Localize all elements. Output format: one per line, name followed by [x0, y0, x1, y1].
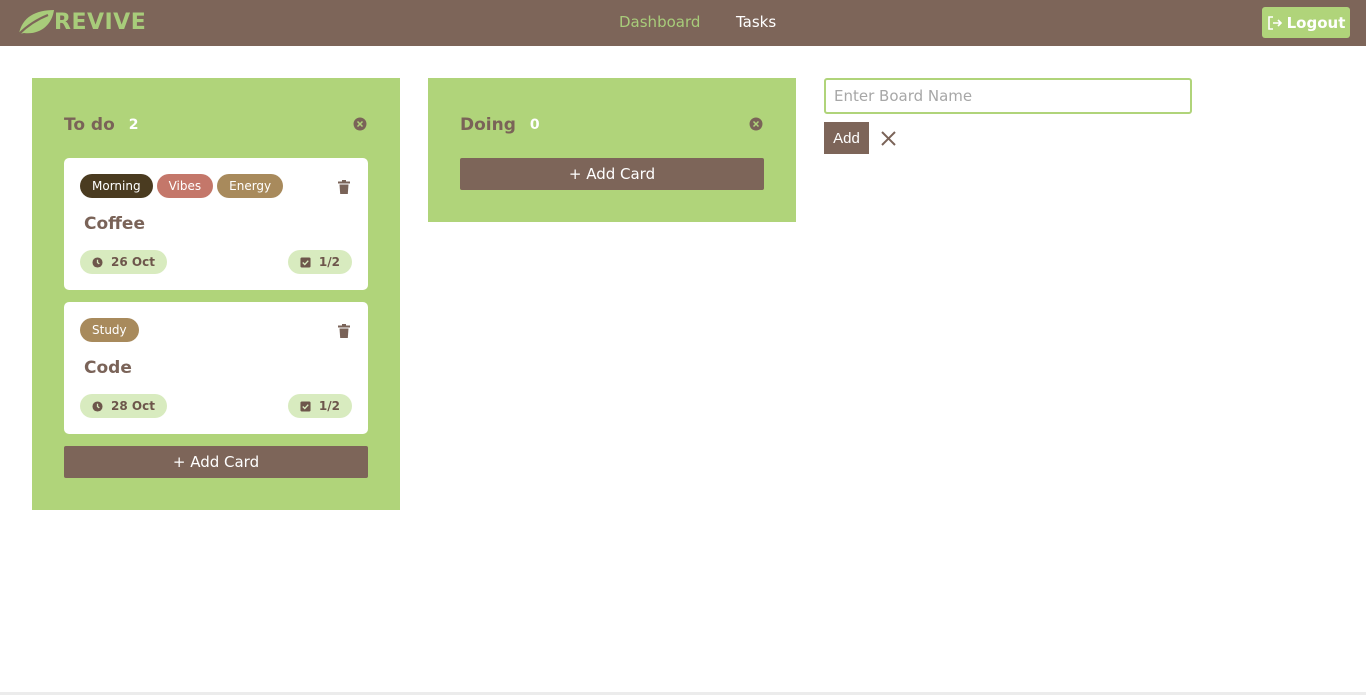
card-task-progress: 1/2: [287, 250, 352, 274]
nav-link-tasks[interactable]: Tasks: [736, 13, 776, 31]
tag-morning: Morning: [80, 174, 153, 198]
top-navbar: REVIVE Dashboard Tasks Logout: [0, 0, 1366, 46]
due-date-text: 26 Oct: [111, 255, 155, 269]
tag-energy: Energy: [217, 174, 284, 198]
clock-icon: [92, 256, 103, 268]
brand-name: REVIVE: [54, 9, 147, 35]
board-header: Doing 0: [460, 114, 540, 136]
logout-icon: [1267, 15, 1282, 30]
tag-vibes: Vibes: [156, 174, 214, 198]
trash-icon[interactable]: [338, 180, 350, 194]
task-card[interactable]: Study Code 28 Oct 1/2: [64, 302, 368, 434]
logout-label: Logout: [1286, 13, 1346, 32]
board-name-input[interactable]: [824, 78, 1192, 114]
tag-study: Study: [80, 318, 139, 342]
card-title: Coffee: [84, 214, 145, 234]
board-todo: To do 2 Morning Vibes Energy Coffee 26 O…: [32, 78, 400, 510]
add-card-button[interactable]: + Add Card: [64, 446, 368, 478]
checkbox-icon: [300, 400, 311, 412]
task-progress-text: 1/2: [318, 255, 340, 269]
card-due-date: 26 Oct: [80, 250, 167, 274]
card-title: Code: [84, 358, 132, 378]
add-card-button[interactable]: + Add Card: [460, 158, 764, 190]
card-due-date: 28 Oct: [80, 394, 167, 418]
clock-icon: [92, 400, 103, 412]
close-circle-icon[interactable]: [353, 117, 367, 131]
close-circle-icon[interactable]: [749, 117, 763, 131]
board-title: Doing: [460, 115, 516, 135]
checkbox-icon: [300, 256, 311, 268]
board-header: To do 2: [64, 114, 139, 136]
card-tags: Study: [80, 318, 139, 342]
board-doing: Doing 0 + Add Card: [428, 78, 796, 222]
board-card-count: 0: [529, 117, 540, 133]
task-card[interactable]: Morning Vibes Energy Coffee 26 Oct 1/2: [64, 158, 368, 290]
nav-link-dashboard[interactable]: Dashboard: [619, 13, 700, 31]
add-board-button[interactable]: Add: [824, 122, 869, 154]
board-card-count: 2: [128, 117, 139, 133]
task-progress-text: 1/2: [318, 399, 340, 413]
card-task-progress: 1/2: [287, 394, 352, 418]
logout-button[interactable]: Logout: [1262, 7, 1350, 38]
card-tags: Morning Vibes Energy: [80, 174, 284, 198]
due-date-text: 28 Oct: [111, 399, 155, 413]
trash-icon[interactable]: [338, 324, 350, 338]
board-title: To do: [64, 115, 115, 135]
leaf-icon: [18, 10, 54, 35]
brand-logo[interactable]: REVIVE: [16, 7, 146, 37]
close-icon[interactable]: [880, 130, 897, 147]
